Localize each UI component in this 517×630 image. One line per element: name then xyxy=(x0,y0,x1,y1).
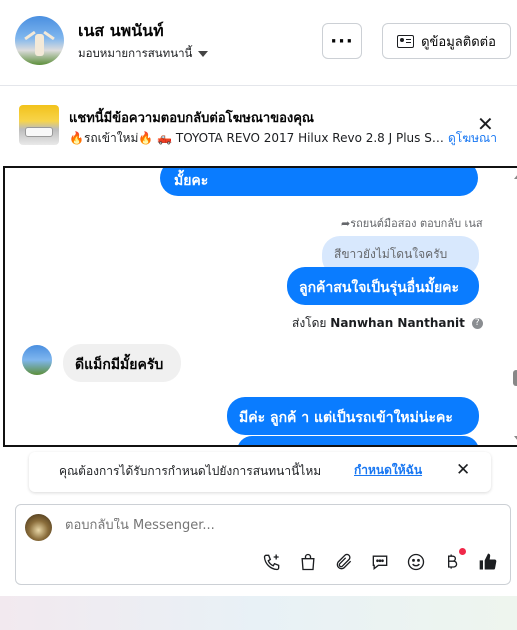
assign-to-me-link[interactable]: กำหนดให้ฉัน xyxy=(354,461,422,480)
view-contact-label: ดูข้อมูลติดต่อ xyxy=(421,34,496,50)
incoming-message[interactable]: ดีแม็กมีมั้ยครับ xyxy=(63,344,181,382)
outgoing-message[interactable]: ลูกค้าสนใจเป็นรุ่นอื่นมั้ยคะ xyxy=(287,267,479,305)
caret-down-icon xyxy=(198,51,209,57)
assign-label: มอบหมายการสนทนานี้ xyxy=(78,46,193,60)
message-composer xyxy=(15,504,511,585)
shopping-bag-icon[interactable] xyxy=(297,551,319,573)
call-icon[interactable] xyxy=(261,551,283,573)
payment-icon[interactable] xyxy=(441,548,466,573)
page-avatar xyxy=(25,514,52,541)
assign-suggestion-bar: คุณต้องการได้รับการกำหนดไปยังการสนทนานี้… xyxy=(29,452,491,492)
avatar-figure-arm xyxy=(43,30,55,41)
scrollbar-thumb[interactable] xyxy=(513,370,517,386)
suggestion-text: คุณต้องการได้รับการกำหนดไปยังการสนทนานี้… xyxy=(59,464,322,478)
outgoing-message[interactable] xyxy=(237,436,479,445)
sent-by-prefix: ส่งโดย xyxy=(292,316,327,330)
help-icon[interactable]: ? xyxy=(471,318,483,329)
avatar[interactable] xyxy=(22,345,52,375)
avatar-figure xyxy=(35,34,44,56)
message-text: มีค่ะ ลูกค้ า แต่เป็นรถเข้าใหม่น่ะคะ xyxy=(239,410,453,426)
close-icon[interactable]: ✕ xyxy=(456,460,470,480)
quoted-text: สีขาวยังไม่โดนใจครับ xyxy=(334,247,448,261)
ad-banner-subtitle: 🔥รถเข้าใหม่🔥 🛻 TOYOTA REVO 2017 Hilux Re… xyxy=(69,131,444,145)
like-icon[interactable] xyxy=(477,551,499,573)
outgoing-message[interactable]: มั้ยคะ xyxy=(160,168,478,196)
notification-dot xyxy=(459,548,466,555)
reply-arrow-icon: ➦ xyxy=(341,217,351,230)
contact-card-icon xyxy=(397,34,415,48)
conversation-header: เนส นพนันท์ มอบหมายการสนทนานี้ ··· ดูข้อ… xyxy=(0,0,517,86)
outgoing-message[interactable]: มีค่ะ ลูกค้ า แต่เป็นรถเข้าใหม่น่ะคะ xyxy=(227,397,479,435)
attachment-icon[interactable] xyxy=(333,551,355,573)
more-options-button[interactable]: ··· xyxy=(322,23,362,59)
ad-reply-banner: แชทนี้มีข้อความตอบกลับต่อโฆษณาของคุณ 🔥รถ… xyxy=(0,87,517,165)
saved-replies-icon[interactable] xyxy=(369,551,391,573)
ad-thumbnail xyxy=(19,105,59,145)
reply-meta-text: รถยนต์มือสอง ตอบกลับ เนส xyxy=(350,217,483,230)
message-thread[interactable]: มั้ยคะ ➦รถยนต์มือสอง ตอบกลับ เนส สีขาวยั… xyxy=(3,166,517,447)
sent-by-label: ส่งโดย Nanwhan Nanthanit ? xyxy=(292,314,483,333)
conversation-panel: เนส นพนันท์ มอบหมายการสนทนานี้ ··· ดูข้อ… xyxy=(0,0,517,630)
assign-dropdown[interactable]: มอบหมายการสนทนานี้ xyxy=(78,45,209,63)
reply-meta: ➦รถยนต์มือสอง ตอบกลับ เนส xyxy=(341,214,483,232)
more-icon: ··· xyxy=(330,30,354,52)
page-background-strip xyxy=(0,596,517,630)
reply-input[interactable] xyxy=(65,518,485,533)
composer-toolbar xyxy=(261,548,499,573)
avatar[interactable] xyxy=(15,16,64,65)
view-contact-button[interactable]: ดูข้อมูลติดต่อ xyxy=(382,23,511,59)
sent-by-name: Nanwhan Nanthanit xyxy=(330,316,465,330)
car-image xyxy=(25,127,53,137)
emoji-icon[interactable] xyxy=(405,551,427,573)
message-text: มั้ยคะ xyxy=(174,173,209,189)
contact-name[interactable]: เนส นพนันท์ xyxy=(78,19,164,44)
close-icon[interactable]: ✕ xyxy=(477,114,494,134)
message-text: ลูกค้าสนใจเป็นรุ่นอื่นมั้ยคะ xyxy=(299,280,460,296)
scrollbar[interactable] xyxy=(512,168,517,445)
message-text: ดีแม็กมีมั้ยครับ xyxy=(75,357,164,373)
ad-banner-title: แชทนี้มีข้อความตอบกลับต่อโฆษณาของคุณ xyxy=(69,111,314,126)
